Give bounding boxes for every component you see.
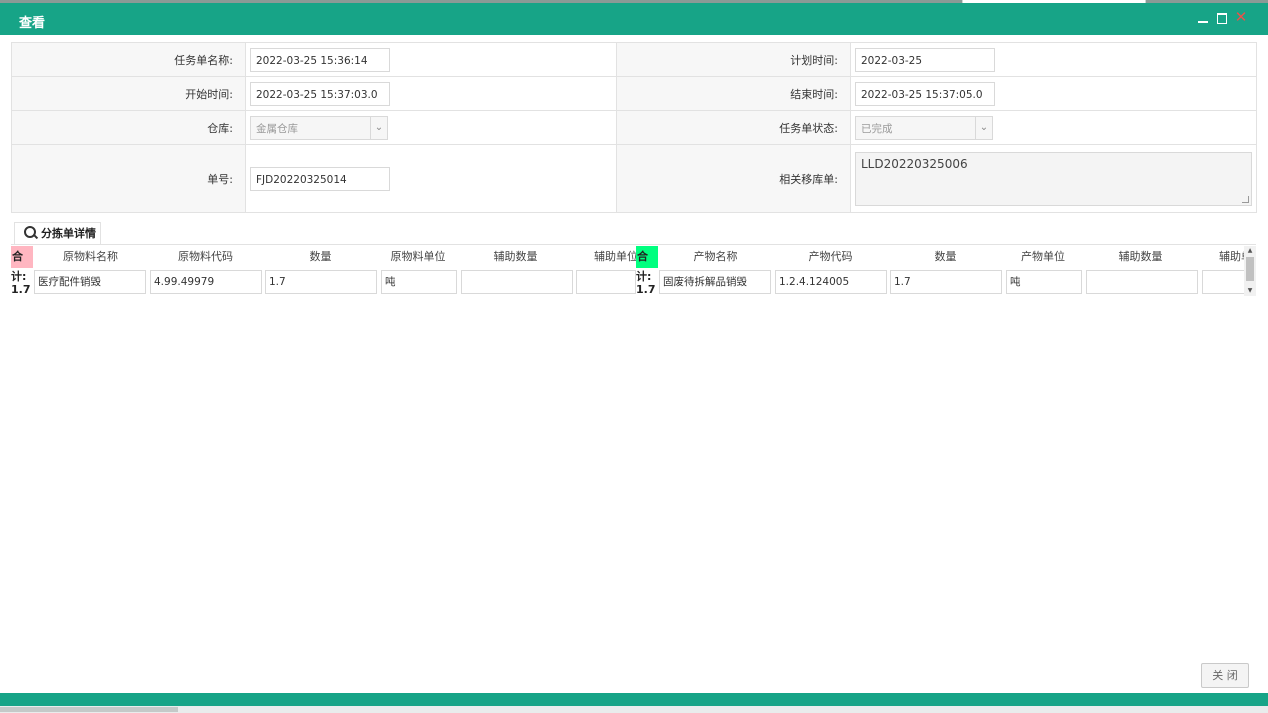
sum-badge: 合 (636, 246, 658, 268)
chevron-down-icon[interactable]: ⌄ (370, 116, 387, 139)
column-header: 原物料单位 (390, 250, 446, 263)
tab-label: 分拣单详情 (41, 227, 96, 240)
status-value: 已完成 (861, 122, 893, 135)
task-name-label: 任务单名称: (11, 42, 246, 77)
resize-grip-icon[interactable] (1242, 195, 1249, 203)
window-titlebar: 查看 ✕ (0, 3, 1268, 35)
task-name-field[interactable]: 2022-03-25 15:36:14 (250, 47, 390, 72)
quantity-cell[interactable]: 1.7 (265, 270, 377, 294)
window-title: 查看 (19, 16, 46, 31)
start-time-field[interactable]: 2022-03-25 15:37:03.0 (250, 81, 390, 106)
search-icon (24, 226, 36, 238)
warehouse-value: 金属仓库 (256, 122, 298, 135)
warehouse-select[interactable]: 金属仓库 ⌄ (250, 115, 388, 140)
column-header: 原物料名称 (63, 250, 118, 263)
column-header: 数量 (309, 250, 332, 263)
scroll-thumb[interactable] (1246, 257, 1254, 281)
aux-unit-cell[interactable] (1202, 270, 1244, 294)
grid-scrollbar[interactable]: ▲ ▼ (1244, 246, 1256, 296)
column-header: 辅助单位 (594, 250, 636, 263)
column-header: 辅助单位 (1219, 250, 1244, 263)
end-time-label: 结束时间: (616, 76, 851, 111)
scroll-up-icon[interactable]: ▲ (1244, 246, 1256, 256)
aux-quantity-cell[interactable] (461, 270, 573, 294)
column-header: 产物名称 (693, 250, 738, 263)
unit-cell[interactable]: 吨 (381, 270, 457, 294)
close-icon[interactable]: ✕ (1234, 10, 1248, 25)
status-select[interactable]: 已完成 ⌄ (855, 115, 993, 140)
related-transfer-label: 相关移库单: (616, 144, 851, 213)
raw-material-name-cell[interactable]: 医疗配件销毁 (34, 270, 146, 294)
column-header: 原物料代码 (178, 250, 233, 263)
maximize-icon[interactable] (1215, 11, 1229, 25)
start-time-label: 开始时间: (11, 76, 246, 111)
column-header: 辅助数量 (1118, 250, 1163, 263)
raw-material-code-cell[interactable]: 4.99.49979 (150, 270, 262, 294)
unit-cell[interactable]: 吨 (1006, 270, 1082, 294)
chevron-down-icon[interactable]: ⌄ (975, 116, 992, 139)
column-header: 产物单位 (1021, 250, 1065, 263)
order-no-label: 单号: (11, 144, 246, 213)
column-header: 辅助数量 (493, 250, 538, 263)
related-transfer-value: LLD20220325006 (861, 156, 968, 171)
plan-time-field[interactable]: 2022-03-25 (855, 47, 995, 72)
tab-sorting-details[interactable]: 分拣单详情 (14, 222, 101, 244)
column-header: 数量 (934, 250, 957, 263)
related-transfer-textarea[interactable]: LLD20220325006 (855, 151, 1252, 206)
quantity-cell[interactable]: 1.7 (890, 270, 1002, 294)
scroll-down-icon[interactable]: ▼ (1244, 286, 1256, 296)
end-time-field[interactable]: 2022-03-25 15:37:05.0 (855, 81, 995, 106)
column-header: 产物代码 (808, 250, 853, 263)
window-bottom-bar (0, 693, 1268, 706)
close-button[interactable]: 关 闭 (1201, 663, 1249, 688)
sum-total: 计: 1.7 (636, 270, 656, 296)
minimize-icon[interactable] (1196, 11, 1210, 25)
status-label: 任务单状态: (616, 110, 851, 145)
plan-time-label: 计划时间: (616, 42, 851, 77)
sum-badge: 合 (11, 246, 33, 268)
raw-material-grid: 合 计: 1.7 原物料名称 原物料代码 数量 原物料单位 辅助数量 辅助单位 医… (11, 246, 636, 298)
warehouse-label: 仓库: (11, 110, 246, 145)
tab-divider (11, 244, 1256, 245)
scroll-thumb[interactable] (0, 707, 178, 712)
page-horizontal-scrollbar[interactable] (0, 706, 1268, 713)
product-grid: 合 计:1.7 产物名称 产物代码 数量 产物单位 辅助数量 辅助单位 固废待拆… (636, 246, 1244, 298)
aux-quantity-cell[interactable] (1086, 270, 1198, 294)
product-code-cell[interactable]: 1.2.4.124005 (775, 270, 887, 294)
product-name-cell[interactable]: 固废待拆解品销毁 (659, 270, 771, 294)
aux-unit-cell[interactable] (576, 270, 636, 294)
task-form: 任务单名称: 2022-03-25 15:36:14 计划时间: 2022-03… (11, 42, 1257, 213)
order-no-field[interactable]: FJD20220325014 (250, 166, 390, 191)
sum-total: 计: 1.7 (11, 270, 31, 296)
